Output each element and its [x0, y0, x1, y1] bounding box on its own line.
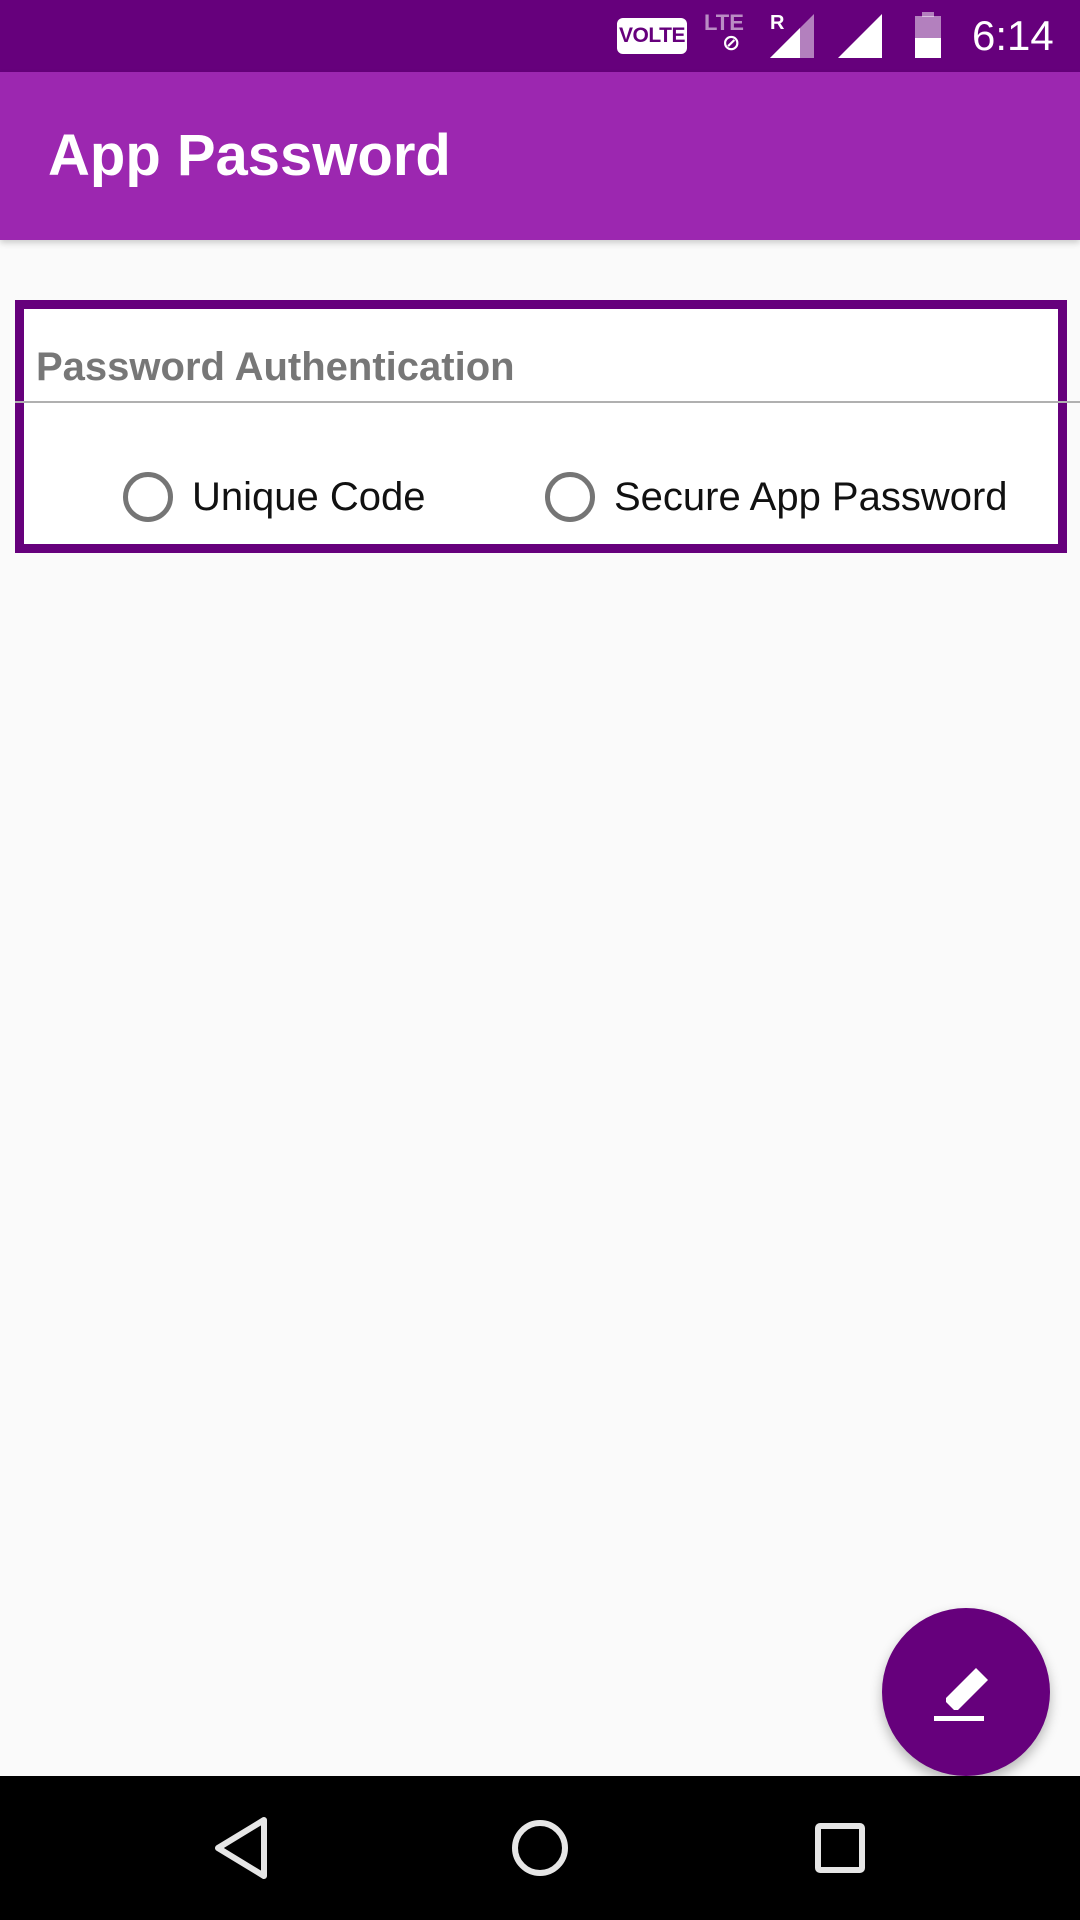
back-button[interactable]	[206, 1812, 278, 1884]
status-bar: VOLTE LTE ⊘ R 6:14	[0, 0, 1080, 72]
unique-code-radio-icon[interactable]	[123, 472, 173, 522]
screen: VOLTE LTE ⊘ R 6:14 App Password Password…	[0, 0, 1080, 1920]
battery-icon	[915, 12, 941, 58]
recents-button[interactable]	[804, 1812, 876, 1884]
password-authentication-card: Password Authentication Unique Code Secu…	[15, 300, 1080, 553]
signal-icon	[838, 14, 882, 58]
home-icon	[512, 1820, 568, 1876]
back-icon	[215, 1817, 267, 1879]
navigation-bar	[0, 1776, 1080, 1920]
unique-code-label[interactable]: Unique Code	[192, 473, 426, 521]
edit-icon	[934, 1668, 988, 1721]
roaming-indicator: R	[770, 12, 785, 34]
secure-app-password-label[interactable]: Secure App Password	[614, 473, 1008, 521]
volte-icon: VOLTE	[617, 18, 687, 54]
app-bar: App Password	[0, 72, 1080, 240]
home-button[interactable]	[504, 1812, 576, 1884]
secure-app-password-radio-icon[interactable]	[545, 472, 595, 522]
secure-app-password-radio-option[interactable]: Secure App Password	[545, 467, 1008, 527]
lte-blocked-icon: LTE ⊘	[704, 10, 760, 55]
recents-icon	[815, 1823, 865, 1873]
unique-code-radio-option[interactable]: Unique Code	[123, 467, 426, 527]
clock: 6:14	[972, 12, 1054, 59]
page-title: App Password	[48, 123, 451, 188]
edit-fab-button[interactable]	[882, 1608, 1050, 1776]
card-title: Password Authentication	[36, 345, 515, 389]
blocked-icon: ⊘	[722, 30, 741, 55]
card-divider	[15, 401, 1080, 403]
